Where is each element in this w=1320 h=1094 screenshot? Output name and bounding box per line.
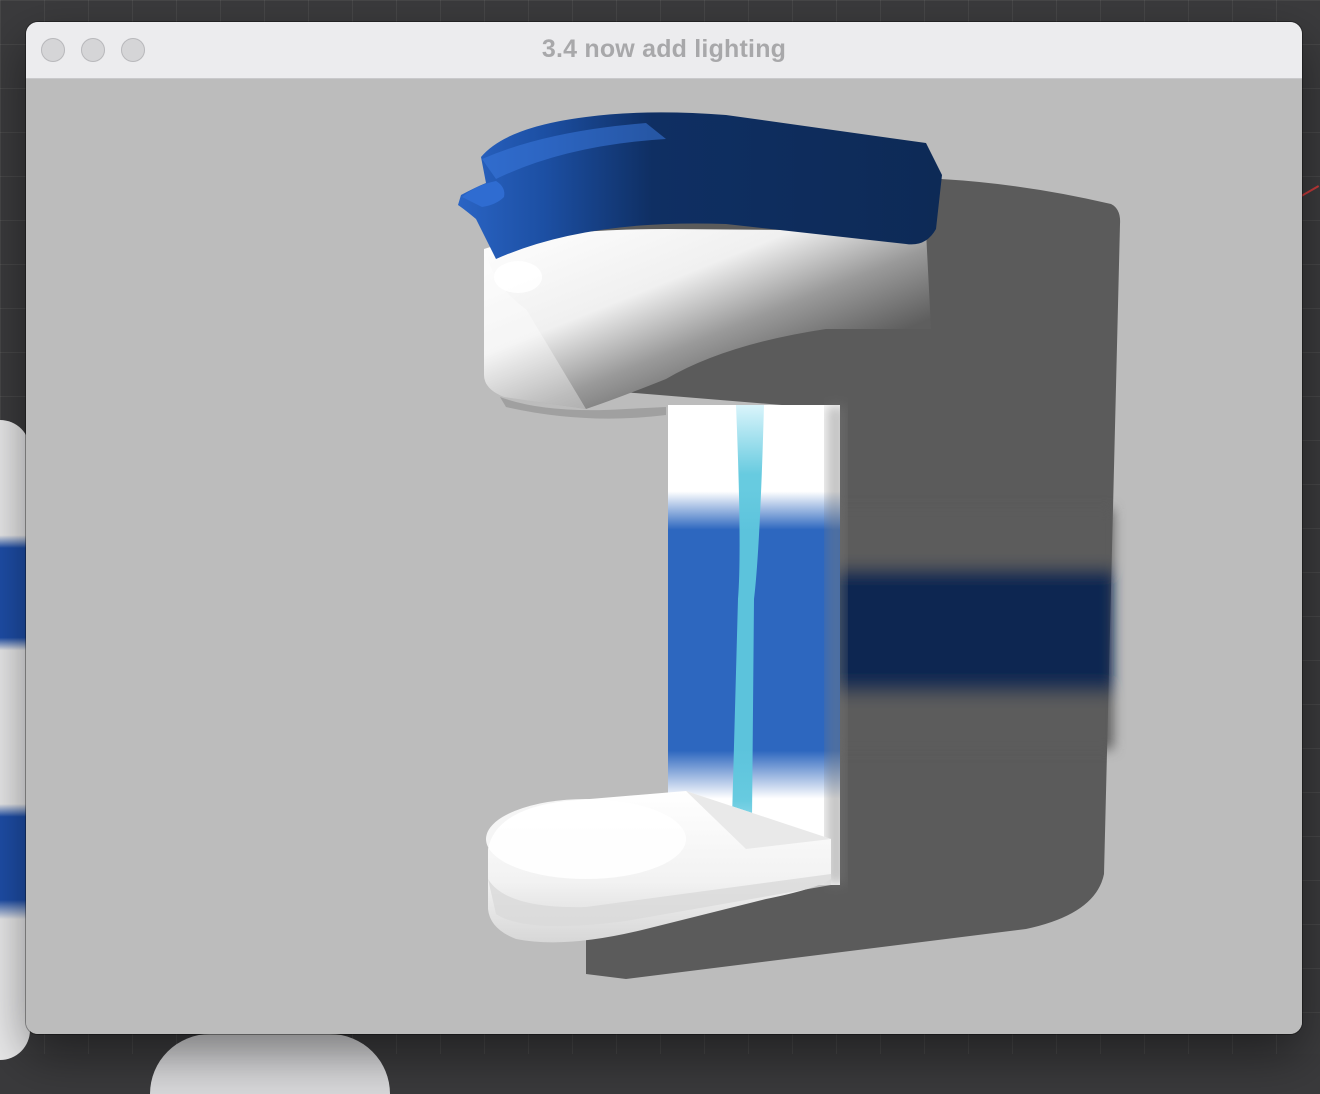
title-bar[interactable]: 3.4 now add lighting — [26, 22, 1302, 79]
render-viewport[interactable] — [26, 79, 1302, 1034]
app-window: 3.4 now add lighting — [26, 22, 1302, 1034]
background-model-base — [150, 1034, 390, 1094]
window-title: 3.4 now add lighting — [541, 35, 787, 63]
body-dark-band — [831, 509, 1113, 749]
coffee-maker-render — [458, 112, 1121, 979]
